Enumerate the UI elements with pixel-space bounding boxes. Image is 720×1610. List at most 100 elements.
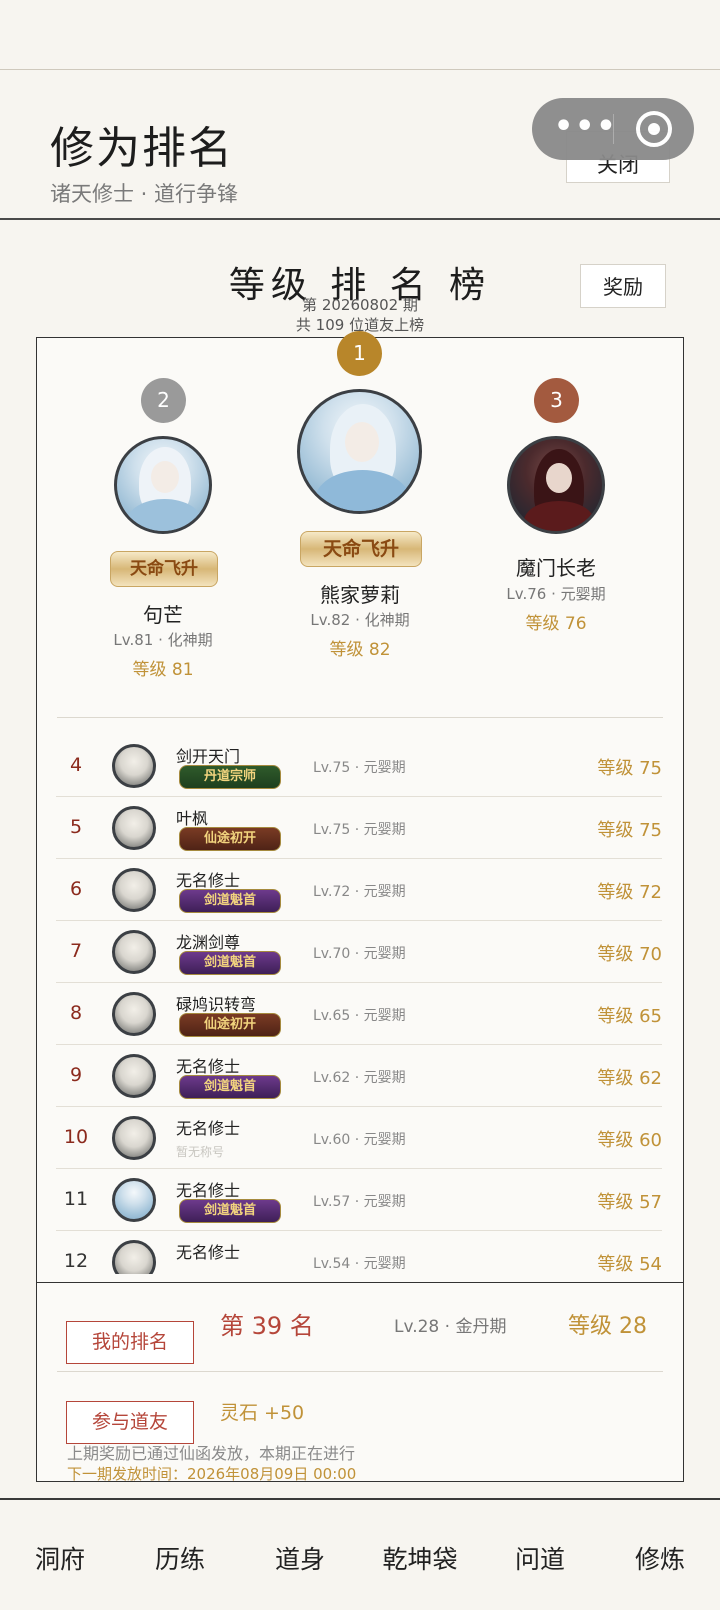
player-name: 无名修士 — [176, 1119, 241, 1138]
avatar[interactable] — [112, 992, 156, 1036]
player-grade: 等级 54 — [597, 1254, 662, 1274]
tab-xiulian[interactable]: 修炼 — [600, 1540, 720, 1576]
player-level: Lv.65 · 元婴期 — [313, 1008, 406, 1024]
avatar[interactable] — [112, 868, 156, 912]
tab-wendao[interactable]: 问道 — [480, 1540, 600, 1576]
player-grade: 等级 75 — [597, 820, 662, 841]
tab-dongfu[interactable]: 洞府 — [0, 1540, 120, 1576]
rank-number: 12 — [63, 1250, 89, 1272]
player-grade: 等级 70 — [597, 944, 662, 965]
title-badge: 仙途初开 — [179, 1013, 281, 1037]
reward-note: 上期奖励已通过仙函发放，本期正在进行 — [67, 1444, 356, 1463]
next-release-time: 下一期发放时间：2026年08月09日 00:00 — [67, 1465, 357, 1483]
list-footer-divider — [36, 1282, 684, 1283]
reward-button[interactable]: 奖励 — [580, 264, 666, 308]
player-grade: 等级 57 — [597, 1192, 662, 1213]
avatar-rank-2[interactable] — [114, 436, 212, 534]
player-grade: 等级 65 — [597, 1006, 662, 1027]
podium-grade-2: 等级 81 — [132, 660, 194, 680]
player-name: 剑开天门 — [176, 747, 241, 766]
player-level: Lv.54 · 元婴期 — [313, 1256, 406, 1272]
list-item[interactable]: 7 龙渊剑尊 剑道魁首 Lv.70 · 元婴期 等级 70 — [36, 921, 684, 983]
podium-divider — [57, 717, 663, 718]
exit-target-icon[interactable] — [636, 111, 672, 147]
join-button[interactable]: 参与道友 — [66, 1401, 194, 1444]
avatar[interactable] — [112, 1116, 156, 1160]
reward-amount: 灵石 +50 — [220, 1402, 305, 1424]
title-badge: 剑道魁首 — [179, 1075, 281, 1099]
more-icon[interactable]: ••• — [554, 112, 618, 142]
rank-number: 4 — [69, 754, 83, 776]
list-item[interactable]: 10 无名修士 暂无称号 Lv.60 · 元婴期 等级 60 — [36, 1107, 684, 1169]
page-subtitle: 诸天修士 · 道行争锋 — [50, 182, 239, 206]
player-name: 叶枫 — [176, 809, 209, 828]
player-name: 龙渊剑尊 — [176, 933, 241, 952]
player-name: 无名修士 — [176, 1181, 241, 1200]
avatar[interactable] — [112, 1054, 156, 1098]
avatar[interactable] — [112, 930, 156, 974]
podium-name-3: 魔门长老 — [516, 556, 596, 580]
list-item[interactable]: 9 无名修士 剑道魁首 Lv.62 · 元婴期 等级 62 — [36, 1045, 684, 1107]
my-rank-text: 第 39 名 — [220, 1312, 314, 1340]
rank-number: 9 — [69, 1064, 83, 1086]
header-divider — [0, 218, 720, 220]
no-title-label: 暂无称号 — [176, 1145, 225, 1159]
my-rank-button[interactable]: 我的排名 — [66, 1321, 194, 1364]
rank-number: 8 — [69, 1002, 83, 1024]
list-item[interactable]: 5 叶枫 仙途初开 Lv.75 · 元婴期 等级 75 — [36, 797, 684, 859]
avatar[interactable] — [112, 806, 156, 850]
title-badge: 剑道魁首 — [179, 1199, 281, 1223]
player-level: Lv.75 · 元婴期 — [313, 760, 406, 776]
avatar-rank-3[interactable] — [507, 436, 605, 534]
player-grade: 等级 75 — [597, 758, 662, 779]
tab-lilian[interactable]: 历练 — [120, 1540, 240, 1576]
rank-number: 7 — [69, 940, 83, 962]
player-level: Lv.70 · 元婴期 — [313, 946, 406, 962]
player-name: 无名修士 — [176, 871, 241, 890]
podium-grade-3: 等级 76 — [525, 614, 587, 634]
title-badge-rank-1: 天命飞升 — [300, 531, 422, 567]
list-item[interactable]: 8 碌鸠识转弯 仙途初开 Lv.65 · 元婴期 等级 65 — [36, 983, 684, 1045]
player-level: Lv.62 · 元婴期 — [313, 1070, 406, 1086]
list-item[interactable]: 11 无名修士 剑道魁首 Lv.57 · 元婴期 等级 57 — [36, 1169, 684, 1231]
title-badge: 剑道魁首 — [179, 951, 281, 975]
player-level: Lv.75 · 元婴期 — [313, 822, 406, 838]
rank-number: 5 — [69, 816, 83, 838]
status-divider — [0, 69, 720, 70]
rank-badge-3: 3 — [534, 378, 579, 423]
avatar[interactable] — [112, 744, 156, 788]
player-name: 无名修士 — [176, 1243, 241, 1262]
avatar[interactable] — [112, 1178, 156, 1222]
podium-level-2: Lv.81 · 化神期 — [113, 631, 213, 649]
rank-number: 6 — [69, 878, 83, 900]
my-rank-divider — [57, 1371, 663, 1372]
title-badge: 剑道魁首 — [179, 889, 281, 913]
podium-level-1: Lv.82 · 化神期 — [310, 611, 410, 629]
player-level: Lv.57 · 元婴期 — [313, 1194, 406, 1210]
avatar-rank-1[interactable] — [297, 389, 422, 514]
bottom-tab-bar: 洞府 历练 道身 乾坤袋 问道 修炼 — [0, 1498, 720, 1610]
player-level: Lv.60 · 元婴期 — [313, 1132, 406, 1148]
podium-level-3: Lv.76 · 元婴期 — [506, 585, 606, 603]
list-item[interactable]: 4 剑开天门 丹道宗师 Lv.75 · 元婴期 等级 75 — [36, 735, 684, 797]
avatar[interactable] — [112, 1240, 156, 1274]
rank-number: 11 — [63, 1188, 89, 1210]
player-level: Lv.72 · 元婴期 — [313, 884, 406, 900]
ranking-list[interactable]: 4 剑开天门 丹道宗师 Lv.75 · 元婴期 等级 75 5 叶枫 仙途初开 … — [36, 735, 684, 1274]
rank-badge-1: 1 — [337, 331, 382, 376]
player-grade: 等级 62 — [597, 1068, 662, 1089]
player-name: 碌鸠识转弯 — [176, 995, 257, 1014]
list-item[interactable]: 12 无名修士 Lv.54 · 元婴期 等级 54 — [36, 1231, 684, 1274]
podium-name-2: 句芒 — [143, 603, 183, 627]
podium-grade-1: 等级 82 — [329, 640, 391, 660]
rank-number: 10 — [63, 1126, 89, 1148]
mini-program-capsule: ••• — [532, 98, 694, 160]
title-badge: 丹道宗师 — [179, 765, 281, 789]
my-grade: 等级 28 — [568, 1314, 647, 1339]
player-name: 无名修士 — [176, 1057, 241, 1076]
list-item[interactable]: 6 无名修士 剑道魁首 Lv.72 · 元婴期 等级 72 — [36, 859, 684, 921]
title-badge-rank-2: 天命飞升 — [110, 551, 218, 587]
tab-daoshen[interactable]: 道身 — [240, 1540, 360, 1576]
podium-name-1: 熊家萝莉 — [320, 583, 400, 607]
tab-qiankundai[interactable]: 乾坤袋 — [360, 1540, 480, 1576]
